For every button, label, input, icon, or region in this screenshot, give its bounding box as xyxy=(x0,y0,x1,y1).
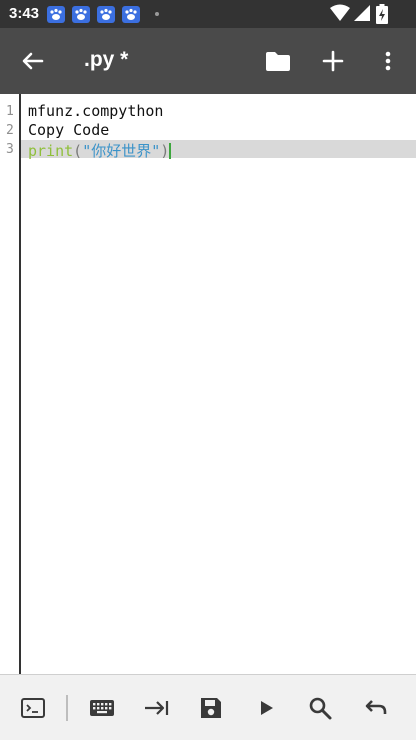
run-icon[interactable] xyxy=(251,693,281,723)
status-time: 3:43 xyxy=(9,5,40,22)
code-line[interactable]: mfunz.compython xyxy=(28,102,163,120)
notification-dot xyxy=(155,12,159,16)
line-number: 1 xyxy=(6,104,14,119)
line-number: 3 xyxy=(6,142,14,157)
baidu-app-icon xyxy=(122,6,140,23)
app-bar: .py * xyxy=(0,28,416,94)
code-editor[interactable]: 1 2 3 mfunz.compython Copy Code print("你… xyxy=(0,94,416,675)
terminal-icon[interactable] xyxy=(18,693,48,723)
more-vert-icon[interactable] xyxy=(372,45,404,77)
code-string: "你好世界" xyxy=(82,142,161,160)
undo-icon[interactable] xyxy=(360,693,390,723)
baidu-app-icon xyxy=(97,6,115,23)
keyboard-icon[interactable] xyxy=(87,693,117,723)
save-icon[interactable] xyxy=(196,693,226,723)
code-paren-open: ( xyxy=(73,142,83,160)
line-number-gutter: 1 2 3 xyxy=(0,94,21,674)
baidu-app-icon xyxy=(47,6,65,23)
bottom-toolbar xyxy=(0,675,416,740)
wifi-icon xyxy=(330,4,350,26)
search-icon[interactable] xyxy=(305,693,335,723)
toolbar-separator xyxy=(66,695,68,721)
file-title: .py * xyxy=(84,48,129,71)
code-keyword: print xyxy=(28,142,74,160)
baidu-app-icon xyxy=(72,6,90,23)
add-icon[interactable] xyxy=(317,45,349,77)
folder-icon[interactable] xyxy=(262,45,294,77)
battery-icon xyxy=(376,4,388,28)
line-number: 2 xyxy=(6,123,14,138)
tab-icon[interactable] xyxy=(142,693,172,723)
code-paren-close: ) xyxy=(160,142,170,160)
code-line[interactable]: Copy Code xyxy=(28,121,109,139)
text-caret xyxy=(169,143,172,159)
status-bar: 3:43 xyxy=(0,0,416,28)
signal-icon xyxy=(353,4,371,26)
code-line[interactable]: print("你好世界") xyxy=(28,140,172,161)
back-arrow-icon[interactable] xyxy=(16,45,48,77)
